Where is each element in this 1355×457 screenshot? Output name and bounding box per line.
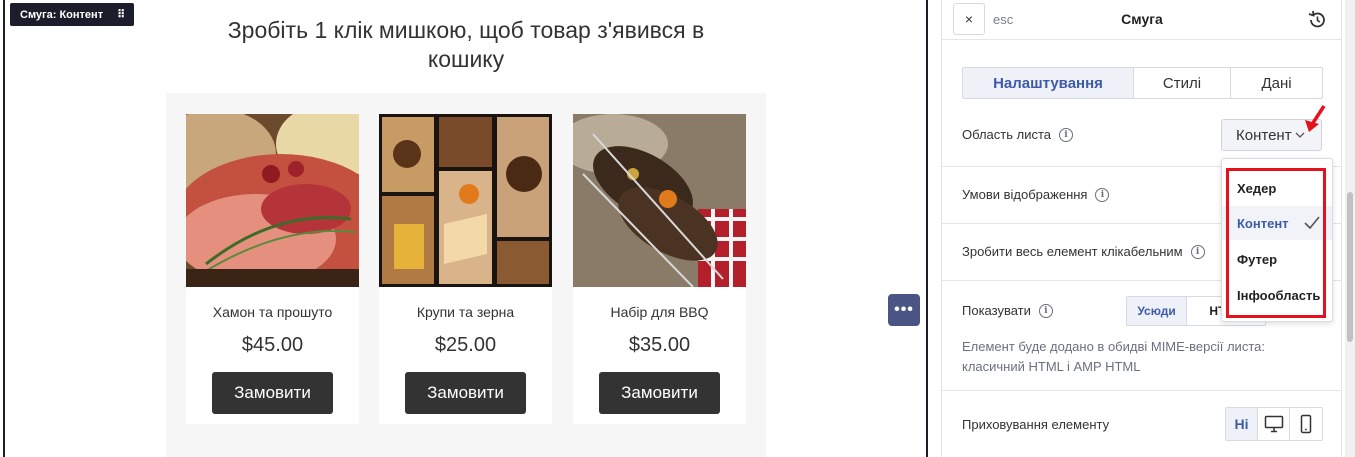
- hide-no-option[interactable]: Ні: [1226, 408, 1258, 440]
- panel-title: Смуга: [1121, 11, 1163, 27]
- hide-label: Приховування елементу: [962, 417, 1110, 432]
- mime-note: Елемент буде додано в обидві MIME-версії…: [962, 339, 1265, 374]
- order-button[interactable]: Замовити: [212, 372, 333, 414]
- mobile-icon: [1300, 414, 1312, 434]
- option-label: Інфообласть: [1237, 287, 1321, 303]
- area-select-value: Контент: [1236, 126, 1292, 144]
- product-name: Крупи та зерна: [416, 304, 515, 320]
- tab-styles[interactable]: Стилі: [1134, 68, 1231, 98]
- bbq-skewers-photo: [573, 114, 746, 287]
- product-name: Набір для BBQ: [610, 304, 709, 320]
- product-card[interactable]: Набір для BBQ $35.00 Замовити: [573, 114, 746, 424]
- display-conditions-label: Умови відображення: [962, 187, 1088, 202]
- info-icon[interactable]: i: [1038, 303, 1053, 318]
- checkmark-icon: [1304, 216, 1320, 230]
- dropdown-option-header[interactable]: Хедер: [1222, 171, 1332, 205]
- stripe-badge[interactable]: Смуга: Контент ⠿: [10, 3, 135, 26]
- option-label: Контент: [1237, 215, 1289, 231]
- drag-handle-icon[interactable]: ⠿: [117, 8, 125, 21]
- panel-header: × esc Смуга: [942, 0, 1341, 40]
- product-card[interactable]: Крупи та зерна $25.00 Замовити: [379, 114, 552, 424]
- display-conditions-wrap: Умови відображення i: [962, 187, 1110, 202]
- esc-hint: esc: [993, 12, 1014, 27]
- clickable-wrap: Зробити весь елемент клікабельним i: [962, 244, 1205, 259]
- stripe-content[interactable]: Зробіть 1 клік мишкою, щоб товар з'явивс…: [166, 0, 766, 457]
- order-button[interactable]: Замовити: [405, 372, 526, 414]
- panel-tabs: Налаштування Стилі Дані: [962, 67, 1323, 99]
- info-icon[interactable]: i: [1190, 244, 1205, 259]
- cured-meat-photo: [186, 114, 359, 287]
- headline-block[interactable]: Зробіть 1 клік мишкою, щоб товар з'явивс…: [166, 0, 766, 93]
- stripe-badge-label: Смуга: Контент: [20, 8, 104, 21]
- info-icon[interactable]: i: [1095, 187, 1110, 202]
- show-wrap: Показувати i: [962, 303, 1053, 318]
- product-price: $25.00: [434, 334, 497, 356]
- dropdown-option-footer[interactable]: Футер: [1222, 242, 1332, 276]
- annotation-arrow-icon: [1305, 105, 1326, 132]
- order-button[interactable]: Замовити: [599, 372, 720, 414]
- tab-settings[interactable]: Налаштування: [963, 68, 1134, 98]
- dropdown-option-content[interactable]: Контент: [1222, 206, 1332, 240]
- hide-segmented-control: Ні: [1225, 407, 1323, 441]
- close-button[interactable]: ×: [953, 3, 985, 35]
- clickable-label: Зробити весь елемент клікабельним: [962, 244, 1183, 259]
- scrollbar-thumb[interactable]: [1347, 192, 1353, 342]
- product-name: Хамон та прошуто: [212, 304, 333, 320]
- close-icon: ×: [964, 11, 974, 27]
- area-label: Область листа: [962, 127, 1052, 142]
- dropdown-option-infoarea[interactable]: Інфообласть: [1222, 278, 1332, 312]
- product-price: $35.00: [628, 334, 691, 356]
- mobile-hide-option[interactable]: [1290, 408, 1322, 440]
- product-price: $45.00: [241, 334, 304, 356]
- history-icon[interactable]: [1306, 9, 1328, 31]
- info-icon[interactable]: i: [1059, 127, 1074, 142]
- show-label: Показувати: [962, 303, 1031, 318]
- panel-scrollbar[interactable]: [1345, 0, 1355, 457]
- option-label: Футер: [1237, 251, 1278, 267]
- option-label: Хедер: [1237, 180, 1277, 196]
- desktop-hide-option[interactable]: [1258, 408, 1290, 440]
- area-dropdown-menu: Хедер Контент Футер Інфообласть: [1221, 158, 1333, 322]
- headline-text: Зробіть 1 клік мишкою, щоб товар з'явивс…: [227, 17, 705, 72]
- product-card[interactable]: Хамон та прошуто $45.00 Замовити: [186, 114, 359, 424]
- tab-data[interactable]: Дані: [1231, 68, 1322, 98]
- email-canvas: Зробіть 1 клік мишкою, щоб товар з'явивс…: [0, 0, 930, 457]
- more-options-button[interactable]: •••: [888, 294, 920, 326]
- desktop-icon: [1264, 415, 1283, 433]
- coffee-grains-photo: [379, 114, 552, 287]
- area-label-wrap: Область листа i: [962, 127, 1074, 142]
- show-everywhere-option[interactable]: Усюди: [1127, 297, 1188, 325]
